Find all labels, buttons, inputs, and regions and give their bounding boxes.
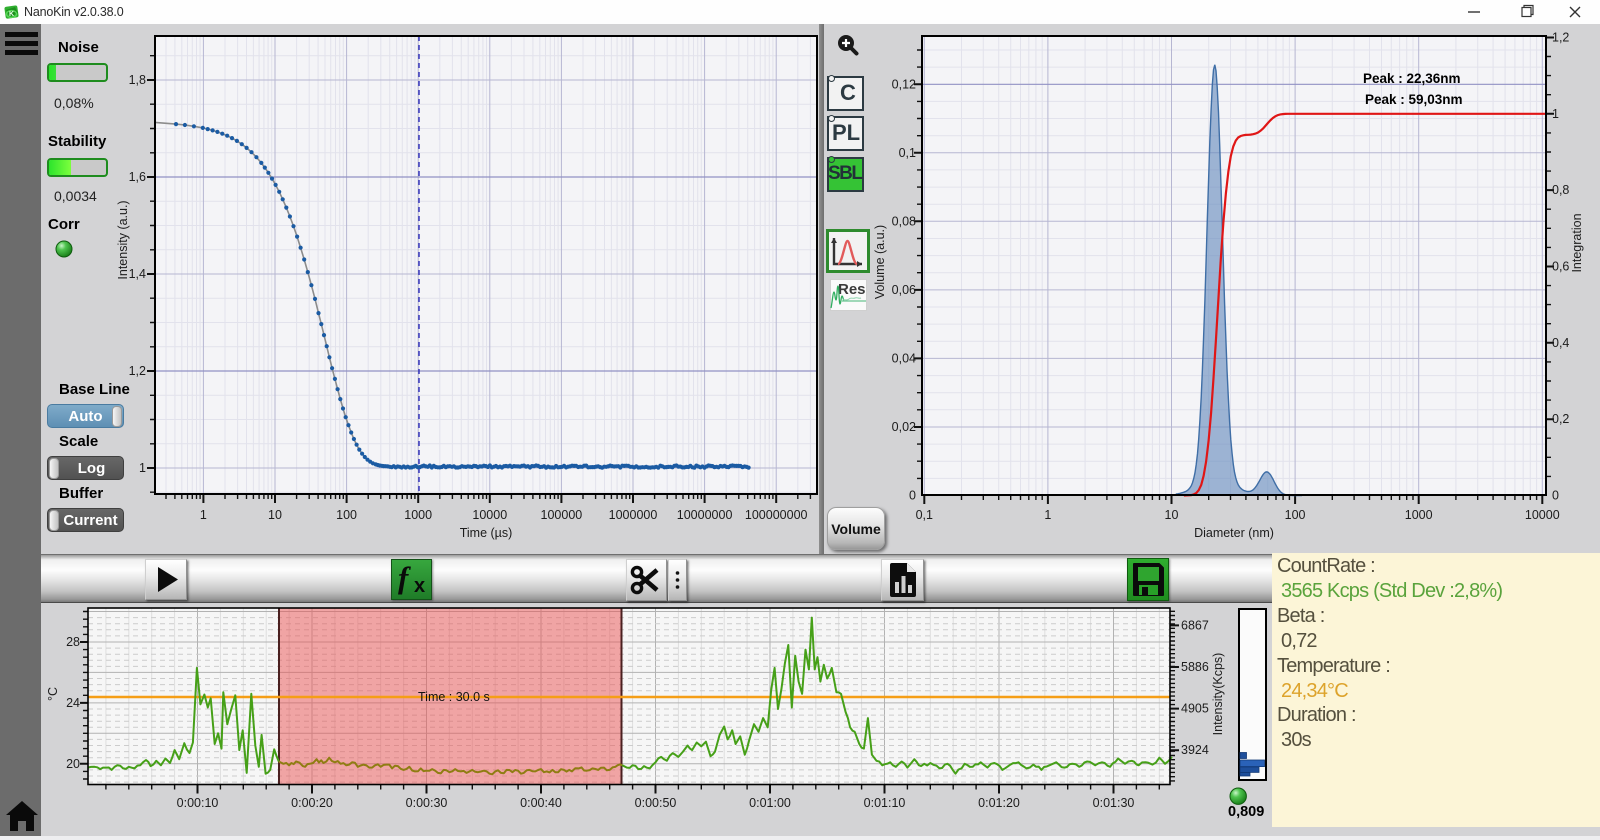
svg-text:4905: 4905 [1181, 702, 1209, 716]
svg-text:0:01:20: 0:01:20 [978, 796, 1020, 810]
svg-text:5886: 5886 [1181, 660, 1209, 674]
svg-text:°C: °C [46, 687, 60, 701]
svg-text:0:01:30: 0:01:30 [1093, 796, 1135, 810]
svg-text:6867: 6867 [1181, 618, 1209, 632]
svg-text:0:01:10: 0:01:10 [864, 796, 906, 810]
svg-text:0:00:20: 0:00:20 [291, 796, 333, 810]
svg-text:Intensity(Kcps): Intensity(Kcps) [1211, 653, 1225, 736]
svg-text:0:00:40: 0:00:40 [520, 796, 562, 810]
svg-text:28: 28 [66, 635, 80, 649]
svg-text:0:00:30: 0:00:30 [406, 796, 448, 810]
svg-text:0:00:50: 0:00:50 [635, 796, 677, 810]
svg-text:24: 24 [66, 696, 80, 710]
svg-text:0:01:00: 0:01:00 [749, 796, 791, 810]
svg-text:0:00:10: 0:00:10 [177, 796, 219, 810]
svg-text:20: 20 [66, 757, 80, 771]
svg-text:3924: 3924 [1181, 743, 1209, 757]
svg-text:Time : 30.0 s: Time : 30.0 s [418, 690, 490, 704]
